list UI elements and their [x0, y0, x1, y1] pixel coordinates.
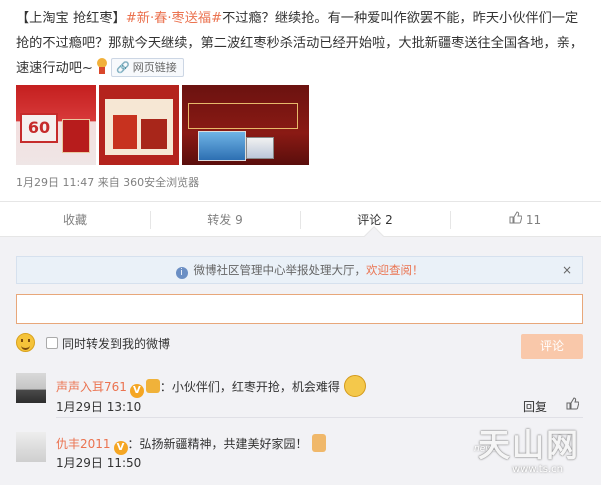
post-meta: 1月29日 11:47 来自 360安全浏览器	[16, 176, 200, 189]
comment-text: ：小伙伴们，红枣开抢，机会难得	[159, 380, 340, 394]
sticker-icon	[343, 375, 366, 397]
action-bar: 收藏 转发 9 评论 2 11	[0, 201, 601, 237]
smiley-icon[interactable]	[16, 333, 35, 352]
post-image-2[interactable]	[99, 85, 179, 165]
repost-checkbox[interactable]	[46, 337, 58, 349]
post-image-1[interactable]: 60	[16, 85, 96, 165]
like-count: 11	[525, 213, 542, 227]
info-icon: i	[175, 267, 188, 279]
repost-checkbox-label[interactable]: 同时转发到我的微博	[62, 335, 170, 352]
notice-text: 微博社区管理中心举报处理大厅，	[193, 263, 367, 277]
image-2-product-b	[141, 119, 167, 149]
image-3-screenshot	[198, 131, 246, 161]
collect-button[interactable]: 收藏	[0, 202, 150, 237]
post-title: 【上淘宝 抢红枣】	[16, 11, 126, 26]
image-1-badge: 60	[20, 113, 58, 143]
image-2-product	[113, 115, 137, 149]
repost-button[interactable]: 转发 9	[150, 202, 300, 237]
image-3-screenshot-b	[246, 137, 274, 159]
thumbs-up-icon	[509, 202, 523, 238]
comment-text: ：弘扬新疆精神，共建美好家园！	[127, 437, 308, 451]
level-badge-icon	[145, 379, 160, 393]
repost-label: 转发 9	[207, 213, 243, 227]
comment-time: 1月29日 13:10	[56, 400, 142, 414]
comment-like-icon[interactable]	[566, 397, 580, 414]
avatar[interactable]	[16, 432, 46, 462]
comment-username[interactable]: 仇丰2011	[56, 437, 111, 451]
verified-badge-icon: V	[113, 441, 128, 455]
comment-line: 声声入耳761 V ：小伙伴们，红枣开抢，机会难得	[56, 375, 366, 398]
collect-label: 收藏	[62, 213, 87, 227]
comment-time: 1月29日 11:50	[56, 456, 142, 470]
web-link-label: 网页链接	[132, 61, 177, 74]
topic-link[interactable]: #新·春·枣送福#	[126, 11, 222, 26]
post-text: 【上淘宝 抢红枣】#新·春·枣送福#不过瘾？继续抢。有一种爱叫作欲罢不能，昨天小…	[16, 6, 591, 81]
comment-line: 仇丰2011 V ：弘扬新疆精神，共建美好家园！	[56, 434, 326, 455]
close-icon[interactable]: ×	[562, 257, 572, 283]
watermark-brand: 天山网	[478, 426, 581, 464]
submit-comment-button[interactable]: 评论	[521, 334, 583, 359]
watermark-logo: news 天山网 www.ts.cn	[448, 418, 598, 482]
like-button[interactable]: 11	[450, 202, 600, 237]
emoji-icon	[95, 57, 109, 75]
post-images: 60	[16, 85, 309, 165]
notice-link[interactable]: 欢迎查阅！	[366, 263, 424, 277]
web-link[interactable]: 🔗 网页链接	[111, 58, 184, 77]
image-1-product	[62, 119, 90, 153]
image-3-banner	[188, 103, 298, 129]
thumbs-up-icon	[311, 434, 326, 452]
avatar[interactable]	[16, 373, 46, 403]
reply-button[interactable]: 回复	[523, 398, 547, 415]
link-icon: 🔗	[116, 61, 130, 74]
comment-username[interactable]: 声声入耳761	[56, 380, 127, 394]
post-image-3[interactable]	[182, 85, 309, 165]
notice-bar: i 微博社区管理中心举报处理大厅，欢迎查阅！ ×	[16, 256, 583, 284]
comment-label: 评论 2	[357, 213, 393, 227]
verified-badge-icon: V	[129, 384, 144, 398]
watermark-url: www.ts.cn	[512, 464, 563, 475]
comment-input[interactable]	[16, 294, 583, 324]
